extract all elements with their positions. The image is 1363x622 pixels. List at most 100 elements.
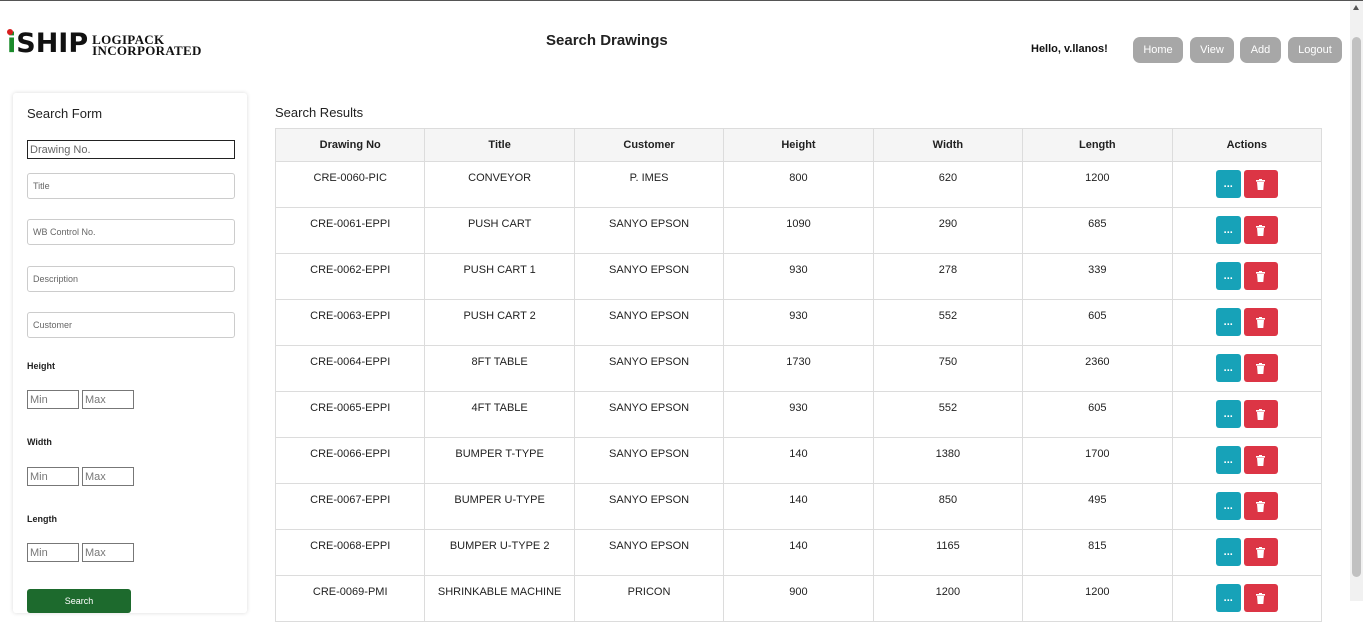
scroll-thumb[interactable] (1352, 37, 1361, 577)
actions-cell: ... (1171, 345, 1323, 392)
delete-button[interactable] (1243, 446, 1278, 474)
details-button[interactable]: ... (1215, 400, 1241, 428)
title-cell: 8FT TABLE (424, 345, 575, 392)
delete-button[interactable] (1243, 538, 1278, 566)
details-button[interactable]: ... (1215, 170, 1241, 198)
ellipsis-icon: ... (1223, 454, 1233, 466)
actions-cell: ... (1171, 529, 1323, 576)
page-scrollbar[interactable] (1350, 1, 1363, 601)
title-cell: 4FT TABLE (424, 391, 575, 438)
height-cell: 900 (723, 575, 874, 622)
length-cell: 1700 (1022, 437, 1173, 484)
length-cell: 339 (1022, 253, 1173, 300)
length-cell: 495 (1022, 483, 1173, 530)
drawing-no-cell: CRE-0068-EPPI (274, 529, 426, 576)
details-button[interactable]: ... (1215, 446, 1241, 474)
search-form-title: Search Form (27, 106, 103, 121)
details-button[interactable]: ... (1215, 308, 1241, 336)
trash-icon (1256, 546, 1266, 558)
col-actions-header: Actions (1171, 128, 1323, 162)
add-button[interactable]: Add (1240, 37, 1281, 63)
customer-input[interactable] (27, 312, 235, 338)
height-cell: 930 (723, 299, 874, 346)
logo-dot-icon (7, 29, 13, 35)
width-label: Width (27, 437, 52, 447)
trash-icon (1256, 500, 1266, 512)
delete-button[interactable] (1243, 170, 1278, 198)
logo-company: LOGIPACK INCORPORATED (92, 33, 202, 58)
drawing-no-cell: CRE-0069-PMI (274, 575, 426, 622)
width-max-input[interactable] (82, 467, 134, 486)
details-button[interactable]: ... (1215, 216, 1241, 244)
drawing-no-cell: CRE-0065-EPPI (274, 391, 426, 438)
height-cell: 930 (723, 391, 874, 438)
wb-control-no-input[interactable] (27, 219, 235, 245)
drawing-no-cell: CRE-0064-EPPI (274, 345, 426, 392)
height-min-input[interactable] (27, 390, 79, 409)
drawing-no-cell: CRE-0062-EPPI (274, 253, 426, 300)
drawing-no-cell: CRE-0061-EPPI (274, 207, 426, 254)
length-cell: 815 (1022, 529, 1173, 576)
title-cell: PUSH CART (424, 207, 575, 254)
table-row: CRE-0061-EPPI PUSH CART SANYO EPSON 1090 290… (274, 207, 1323, 254)
delete-button[interactable] (1243, 492, 1278, 520)
trash-icon (1256, 224, 1266, 236)
action-buttons: ... (1173, 262, 1321, 290)
table-row: CRE-0066-EPPI BUMPER T-TYPE SANYO EPSON 140… (274, 437, 1323, 484)
details-button[interactable]: ... (1215, 492, 1241, 520)
height-cell: 800 (723, 161, 874, 208)
col-drawing-no-header: Drawing No (274, 128, 426, 162)
home-button[interactable]: Home (1133, 37, 1183, 63)
scroll-up-arrow-icon[interactable] (1353, 5, 1359, 10)
delete-button[interactable] (1243, 308, 1278, 336)
trash-icon (1256, 592, 1266, 604)
view-button[interactable]: View (1190, 37, 1234, 63)
width-cell: 552 (872, 299, 1024, 346)
height-cell: 140 (723, 529, 874, 576)
height-label: Height (27, 361, 55, 371)
length-max-input[interactable] (82, 543, 134, 562)
title-input[interactable] (27, 173, 235, 199)
table-row: CRE-0067-EPPI BUMPER U-TYPE SANYO EPSON 140… (274, 483, 1323, 530)
trash-icon (1256, 178, 1266, 190)
delete-button[interactable] (1243, 400, 1278, 428)
col-title-header: Title (424, 128, 575, 162)
height-max-input[interactable] (82, 390, 134, 409)
title-cell: PUSH CART 2 (424, 299, 575, 346)
width-cell: 1380 (872, 437, 1024, 484)
width-cell: 552 (872, 391, 1024, 438)
results-table: Drawing No Title Customer Height Width Length… (274, 128, 1323, 622)
width-cell: 620 (872, 161, 1024, 208)
width-cell: 278 (872, 253, 1024, 300)
width-cell: 290 (872, 207, 1024, 254)
col-length-header: Length (1022, 128, 1173, 162)
table-row: CRE-0068-EPPI BUMPER U-TYPE 2 SANYO EPSON 1… (274, 529, 1323, 576)
action-buttons: ... (1173, 170, 1321, 198)
details-button[interactable]: ... (1215, 584, 1241, 612)
table-row: CRE-0064-EPPI 8FT TABLE SANYO EPSON 1730 750… (274, 345, 1323, 392)
customer-cell: SANYO EPSON (573, 483, 725, 530)
ellipsis-icon: ... (1223, 362, 1233, 374)
delete-button[interactable] (1243, 262, 1278, 290)
details-button[interactable]: ... (1215, 538, 1241, 566)
length-min-input[interactable] (27, 543, 79, 562)
action-buttons: ... (1173, 492, 1321, 520)
logo-line2: INCORPORATED (92, 43, 202, 58)
details-button[interactable]: ... (1215, 262, 1241, 290)
action-buttons: ... (1173, 446, 1321, 474)
delete-button[interactable] (1243, 354, 1278, 382)
delete-button[interactable] (1243, 584, 1278, 612)
actions-cell: ... (1171, 299, 1323, 346)
drawing-no-input[interactable] (27, 140, 235, 159)
trash-icon (1256, 316, 1266, 328)
delete-button[interactable] (1243, 216, 1278, 244)
description-input[interactable] (27, 266, 235, 292)
trash-icon (1256, 408, 1266, 420)
customer-cell: SANYO EPSON (573, 207, 725, 254)
details-button[interactable]: ... (1215, 354, 1241, 382)
logout-button[interactable]: Logout (1288, 37, 1342, 63)
width-min-input[interactable] (27, 467, 79, 486)
action-buttons: ... (1173, 584, 1321, 612)
col-width-header: Width (872, 128, 1024, 162)
search-button[interactable]: Search (27, 589, 131, 613)
